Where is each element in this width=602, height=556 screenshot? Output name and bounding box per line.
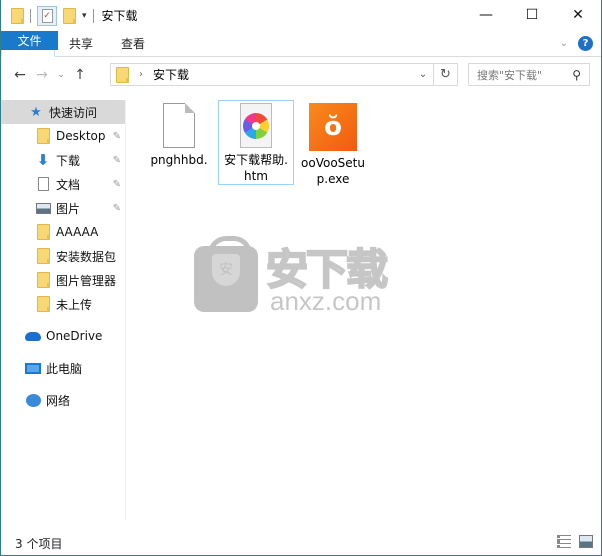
document-icon xyxy=(35,177,51,191)
breadcrumb-item[interactable]: 安下载 xyxy=(153,66,189,83)
download-arrow-icon: ⬇ xyxy=(36,151,50,169)
sidebar-item-label: 快速访问 xyxy=(49,105,98,120)
ribbon-tabs: 文件 主页 共享 查看 ⌄ ? xyxy=(1,31,601,57)
folder-icon xyxy=(35,248,51,264)
sidebar-item-documents[interactable]: 文档 ✎ xyxy=(1,172,125,196)
pin-icon[interactable]: ✎ xyxy=(113,203,121,214)
up-button[interactable]: ↑ xyxy=(69,67,91,83)
sidebar-item-desktop[interactable]: Desktop ✎ xyxy=(1,124,125,148)
shield-icon: 安 xyxy=(212,254,240,286)
large-icons-view-icon[interactable] xyxy=(579,535,593,548)
sidebar-item-install-packages[interactable]: 安装数据包 xyxy=(1,244,125,268)
tab-file[interactable]: 文件 xyxy=(1,31,58,50)
sidebar-item-not-uploaded[interactable]: 未上传 xyxy=(1,292,125,316)
htm-file-icon xyxy=(240,103,272,148)
title-bar: ✓ ▾ 安下载 — ☐ ✕ xyxy=(1,0,601,31)
file-explorer-window: ✓ ▾ 安下载 — ☐ ✕ 文件 主页 共享 查看 ⌄ ? ← → ⌄ ↑ › xyxy=(0,0,602,556)
properties-button[interactable]: ✓ xyxy=(37,5,57,26)
watermark: 安 安下载 anxz.com xyxy=(194,236,414,316)
tab-share[interactable]: 共享 xyxy=(55,31,107,56)
quick-access-toolbar: ✓ ▾ xyxy=(1,5,94,26)
sidebar-item-label: 此电脑 xyxy=(46,361,83,376)
sidebar-item-onedrive[interactable]: OneDrive xyxy=(1,324,125,348)
computer-icon xyxy=(25,362,41,374)
help-icon[interactable]: ? xyxy=(578,36,593,51)
search-input[interactable]: 搜索"安下载" ⚲ xyxy=(468,63,590,86)
window-title: 安下载 xyxy=(101,9,138,23)
sidebar-item-label: 安装数据包 xyxy=(56,249,117,264)
sidebar-item-label: OneDrive xyxy=(46,329,103,343)
minimize-button[interactable]: — xyxy=(463,0,509,30)
pin-icon[interactable]: ✎ xyxy=(113,155,121,166)
navigation-pane: ★ 快速访问 Desktop ✎ ⬇ 下载 ✎ 文档 ✎ 图片 ✎ AAAAA xyxy=(1,100,125,520)
navigation-bar: ← → ⌄ ↑ › 安下载 ⌄ ↻ 搜索"安下载" ⚲ xyxy=(1,62,601,88)
picture-icon xyxy=(35,202,51,214)
item-count: 3 个项目 xyxy=(15,536,63,551)
sidebar-item-label: 图片 xyxy=(56,201,81,216)
sidebar-item-label: 网络 xyxy=(46,393,71,408)
pin-icon[interactable]: ✎ xyxy=(113,179,121,190)
cloud-icon xyxy=(25,331,41,341)
oovoo-app-icon: ŏ xyxy=(309,103,357,151)
maximize-button[interactable]: ☐ xyxy=(509,0,555,30)
view-toggle xyxy=(557,535,593,548)
forward-button[interactable]: → xyxy=(31,67,53,83)
file-name: 安下载帮助.htm xyxy=(224,153,288,183)
sidebar-item-label: AAAAA xyxy=(56,225,99,239)
pane-splitter[interactable] xyxy=(125,100,126,520)
sidebar-item-pictures[interactable]: 图片 ✎ xyxy=(1,196,125,220)
address-bar[interactable]: › 安下载 ⌄ xyxy=(110,63,434,86)
folder-icon xyxy=(35,128,51,144)
star-icon: ★ xyxy=(30,104,42,120)
tab-view[interactable]: 查看 xyxy=(107,31,159,56)
folder-icon xyxy=(11,7,24,24)
recent-locations-dropdown[interactable]: ⌄ xyxy=(53,70,69,80)
close-button[interactable]: ✕ xyxy=(555,0,601,30)
back-button[interactable]: ← xyxy=(9,67,31,83)
file-name: pnghhbd. xyxy=(150,153,208,167)
address-dropdown-chevron-icon[interactable]: ⌄ xyxy=(413,69,433,80)
file-item[interactable]: 安下载帮助.htm xyxy=(218,100,294,185)
properties-icon: ✓ xyxy=(41,8,53,23)
sidebar-item-this-pc[interactable]: 此电脑 xyxy=(1,356,125,380)
sidebar-item-label: 图片管理器 xyxy=(56,273,117,288)
blank-file-icon xyxy=(163,103,195,148)
sidebar-item-downloads[interactable]: ⬇ 下载 ✎ xyxy=(1,148,125,172)
search-placeholder: 搜索"安下载" xyxy=(477,68,543,82)
expand-ribbon-chevron-icon[interactable]: ⌄ xyxy=(560,38,568,49)
folder-icon xyxy=(116,66,129,83)
folder-icon xyxy=(35,296,51,312)
folder-icon xyxy=(35,224,51,240)
sidebar-item-quick-access[interactable]: ★ 快速访问 xyxy=(1,100,125,124)
breadcrumb-separator[interactable]: › xyxy=(139,69,143,80)
sidebar-item-label: 文档 xyxy=(56,177,81,192)
customize-toolbar-dropdown[interactable]: ▾ xyxy=(82,11,87,21)
search-icon[interactable]: ⚲ xyxy=(572,68,581,82)
folder-icon xyxy=(35,272,51,288)
new-folder-button[interactable] xyxy=(63,7,76,24)
details-view-icon[interactable] xyxy=(557,535,571,548)
pin-icon[interactable]: ✎ xyxy=(113,131,121,142)
file-name: ooVooSetup.exe xyxy=(301,156,365,186)
refresh-button[interactable]: ↻ xyxy=(434,63,458,86)
network-icon xyxy=(25,393,41,407)
separator xyxy=(30,8,31,23)
status-bar: 3 个项目 xyxy=(1,532,601,554)
file-item[interactable]: ŏ ooVooSetup.exe xyxy=(295,100,371,188)
sidebar-item-label: 未上传 xyxy=(56,297,93,312)
sidebar-item-network[interactable]: 网络 xyxy=(1,388,125,412)
sidebar-item-label: 下载 xyxy=(56,153,81,168)
watermark-text-en: anxz.com xyxy=(270,286,382,316)
sidebar-item-aaaaa[interactable]: AAAAA xyxy=(1,220,125,244)
sidebar-item-label: Desktop xyxy=(56,129,106,143)
separator xyxy=(92,8,94,23)
file-item[interactable]: pnghhbd. xyxy=(141,100,217,169)
sidebar-item-picture-manager[interactable]: 图片管理器 xyxy=(1,268,125,292)
